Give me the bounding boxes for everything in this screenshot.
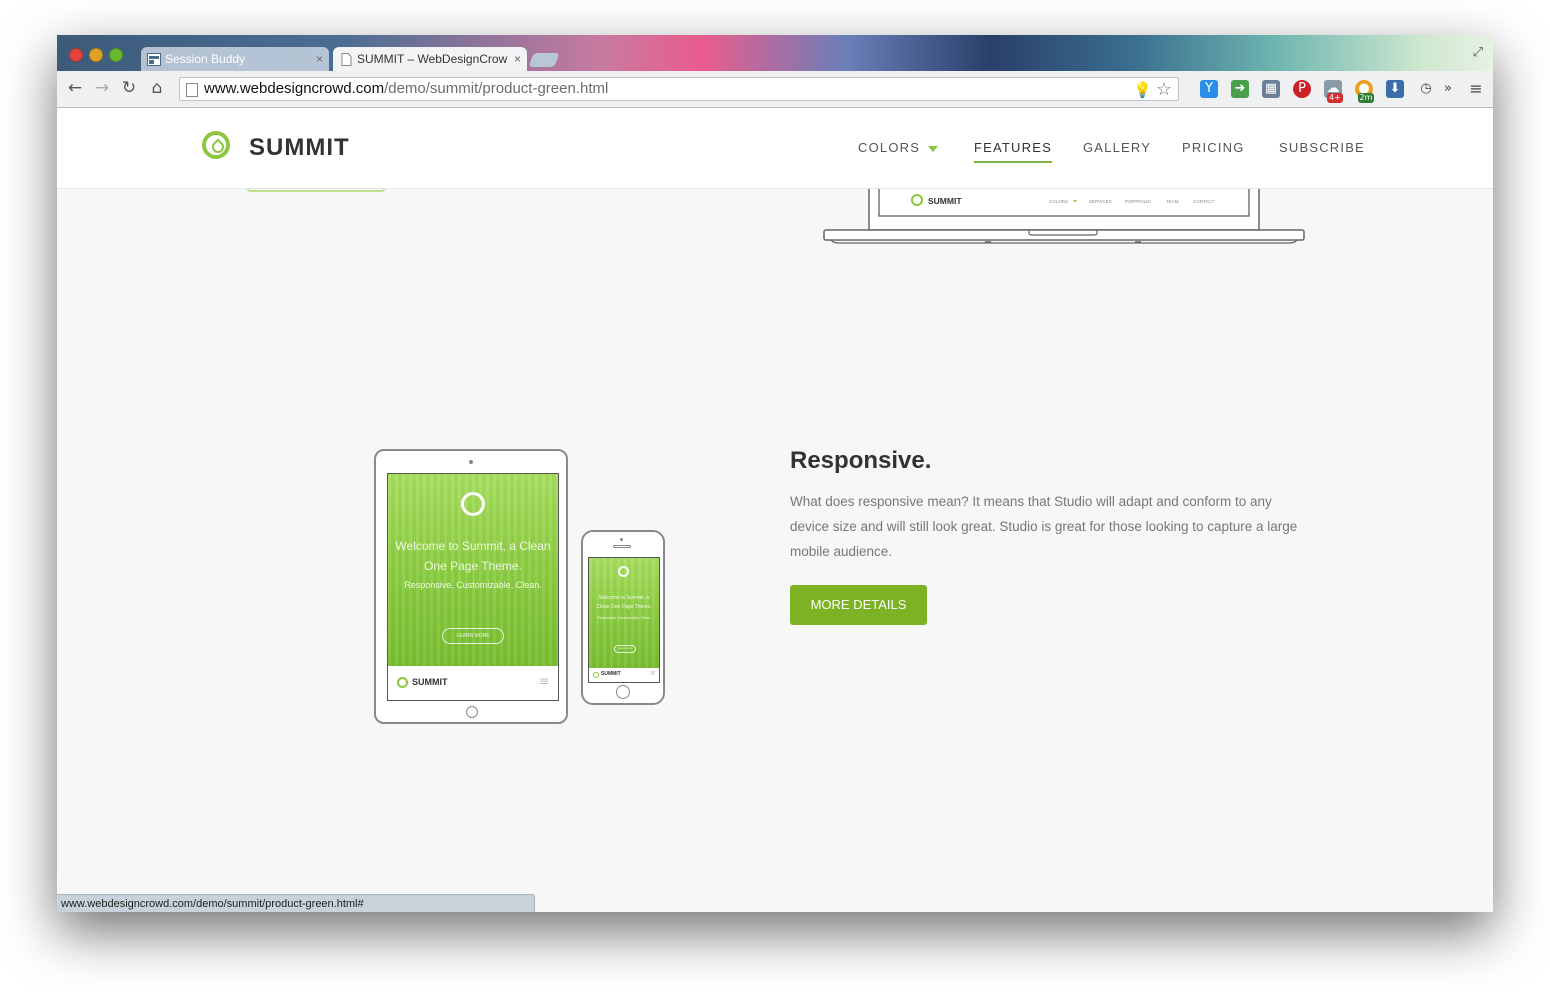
tablet-header-bar: SUMMIT ≡	[388, 666, 558, 700]
hamburger-icon: ≡	[650, 669, 656, 677]
laptop-link-services: SERVICES	[1089, 199, 1112, 204]
phone-screen: Welcome to Summit, a Clean One Page Them…	[588, 557, 660, 683]
bulb-icon[interactable]: 💡	[1133, 82, 1152, 99]
reload-icon[interactable]: ↻	[119, 79, 139, 97]
phone-tagline: Responsive. Customizable. Clean.	[597, 616, 651, 620]
arrow-extension-icon[interactable]: ➜	[1231, 80, 1249, 98]
minimize-window-button[interactable]	[89, 48, 103, 62]
caret-down-icon	[928, 145, 939, 152]
nav-gallery[interactable]: GALLERY	[1083, 140, 1151, 155]
url-path: /demo/summit/product-green.html	[384, 80, 609, 97]
session-buddy-icon	[147, 52, 161, 66]
summit-logo-icon[interactable]	[202, 131, 230, 159]
session-extension-icon[interactable]: ▦	[1262, 80, 1280, 98]
tablet-illustration: Welcome to Summit, a Clean One Page Them…	[374, 449, 568, 724]
site-brand[interactable]: SUMMIT	[249, 134, 350, 162]
star-icon[interactable]: ☆	[1156, 79, 1172, 99]
phone-headline: Welcome to Summit, a Clean One Page Them…	[596, 595, 652, 610]
tablet-camera	[469, 460, 473, 464]
overflow-icon[interactable]: »	[1442, 80, 1454, 98]
tab-close-icon[interactable]: ×	[514, 52, 521, 66]
page-icon	[186, 83, 198, 97]
nav-pricing[interactable]: PRICING	[1182, 140, 1245, 155]
phone-header-bar: SUMMIT ≡	[589, 668, 659, 682]
status-bar-url: www.webdesigncrowd.com/demo/summit/produ…	[57, 894, 535, 912]
laptop-link-team: TEAM	[1166, 199, 1179, 204]
page-icon	[341, 52, 352, 66]
browser-window: Session Buddy × SUMMIT – WebDesignCrow ×…	[57, 35, 1493, 912]
nav-features[interactable]: FEATURES	[974, 140, 1052, 163]
forward-icon[interactable]: →	[92, 79, 112, 97]
tablet-brand: SUMMIT	[412, 677, 448, 687]
zoom-window-button[interactable]	[109, 48, 123, 62]
tab-label: Session Buddy	[165, 52, 246, 66]
laptop-link-portfolio: PORTFOLIO	[1125, 199, 1151, 204]
section-heading: Responsive.	[790, 447, 932, 474]
tab-session-buddy[interactable]: Session Buddy ×	[141, 47, 329, 71]
extension-badge: 4+	[1327, 93, 1343, 103]
new-tab-button[interactable]	[528, 53, 560, 67]
title-bar: Session Buddy × SUMMIT – WebDesignCrow ×…	[57, 35, 1493, 71]
extension-badge: 2m	[1358, 93, 1374, 103]
home-icon[interactable]: ⌂	[147, 79, 167, 97]
laptop-link-colors: COLORS	[1049, 199, 1068, 204]
phone-illustration: Welcome to Summit, a Clean One Page Them…	[581, 530, 665, 705]
tab-label: SUMMIT – WebDesignCrow	[357, 52, 508, 66]
nav-subscribe[interactable]: SUBSCRIBE	[1279, 140, 1365, 155]
tab-summit[interactable]: SUMMIT – WebDesignCrow ×	[333, 47, 527, 71]
section-body: What does responsive mean? It means that…	[790, 494, 1298, 559]
tablet-learn-more-button: LEARN MORE	[442, 628, 504, 644]
nav-colors-label: COLORS	[858, 140, 921, 155]
compass-logo-icon	[593, 672, 599, 678]
laptop-illustration: SUMMIT COLORS SERVICES PORTFOLIO TEAM CO…	[823, 184, 1305, 244]
nav-colors[interactable]: COLORS	[858, 140, 939, 155]
phone-home-button	[616, 685, 630, 699]
close-window-button[interactable]	[69, 48, 83, 62]
tablet-hero: Welcome to Summit, a Clean One Page Them…	[388, 474, 558, 666]
phone-brand: SUMMIT	[601, 671, 621, 677]
y-extension-icon[interactable]: Y	[1200, 80, 1218, 98]
address-url[interactable]: www.webdesigncrowd.com/demo/summit/produ…	[204, 78, 608, 100]
web-page: SUMMIT COLORS FEATURES GALLERY PRICING S…	[57, 108, 1493, 912]
tablet-screen: Welcome to Summit, a Clean One Page Them…	[387, 473, 559, 701]
hamburger-icon: ≡	[539, 674, 550, 688]
laptop-link-contact: CONTACT	[1193, 199, 1215, 204]
tablet-home-button	[466, 706, 478, 718]
url-domain: www.webdesigncrowd.com	[204, 80, 385, 97]
tablet-tagline: Responsive. Customizable. Clean.	[404, 580, 542, 590]
back-icon[interactable]: ←	[65, 79, 85, 97]
download-icon[interactable]: ⬇	[1386, 80, 1404, 98]
omnibox-actions: 💡 ☆	[1133, 78, 1172, 102]
compass-logo-icon	[461, 492, 485, 516]
laptop-brand: SUMMIT	[928, 196, 962, 206]
browser-toolbar: ← → ↻ ⌂ www.webdesigncrowd.com/demo/summ…	[57, 71, 1493, 108]
menu-icon[interactable]: ≡	[1467, 80, 1485, 98]
pinterest-icon[interactable]: P	[1293, 80, 1311, 98]
phone-learn-more-button: LEARN MORE	[614, 645, 636, 653]
clock-icon[interactable]: ◷	[1417, 80, 1435, 98]
tab-close-icon[interactable]: ×	[316, 52, 323, 66]
fullscreen-icon[interactable]: ⤢	[1473, 45, 1483, 60]
phone-speaker	[613, 545, 631, 548]
phone-hero: Welcome to Summit, a Clean One Page Them…	[589, 558, 659, 668]
tablet-headline: Welcome to Summit, a Clean One Page Them…	[395, 539, 551, 573]
compass-logo-icon	[397, 677, 408, 688]
site-header: SUMMIT COLORS FEATURES GALLERY PRICING S…	[57, 108, 1493, 189]
compass-logo-icon	[618, 566, 629, 577]
address-bar[interactable]: www.webdesigncrowd.com/demo/summit/produ…	[179, 77, 1179, 101]
more-details-button[interactable]: MORE DETAILS	[790, 585, 927, 625]
phone-camera	[620, 538, 623, 541]
